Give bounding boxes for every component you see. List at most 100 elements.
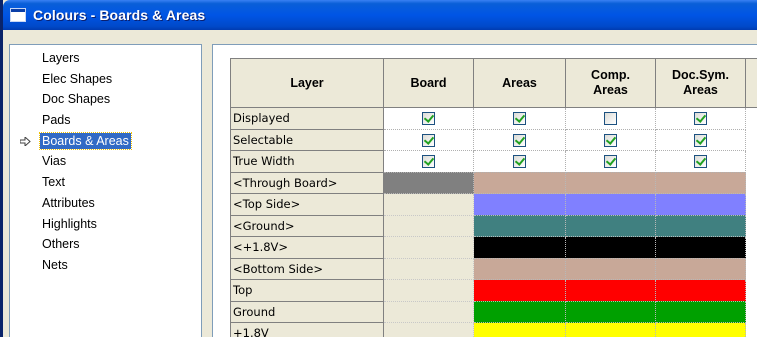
checkbox[interactable] (422, 155, 435, 169)
row-tail (745, 150, 757, 172)
row-label: Top (230, 279, 384, 302)
category-item[interactable]: Pads (10, 110, 201, 131)
checkbox-cell-docsym-areas (655, 150, 746, 173)
checkbox[interactable] (604, 112, 617, 126)
docsym-areas-colour-swatch[interactable] (655, 236, 746, 259)
category-item[interactable]: Others (10, 234, 201, 255)
areas-colour-swatch[interactable] (473, 171, 566, 194)
board-colour-empty (383, 300, 474, 323)
row-tail (745, 107, 757, 129)
docsym-areas-colour-swatch[interactable] (655, 193, 746, 216)
checkbox-cell-comp-areas (565, 107, 656, 130)
checkbox-cell-docsym-areas (655, 107, 746, 130)
row-tail (745, 193, 757, 215)
checkbox[interactable] (694, 112, 707, 126)
arrow-right-icon (20, 136, 31, 146)
colour-grid-panel: Layer Board Areas Comp. Areas Doc.Sym. A… (212, 44, 757, 337)
row-label: <Ground> (230, 214, 384, 237)
board-colour-empty (383, 257, 474, 280)
comp-areas-colour-swatch[interactable] (565, 257, 656, 280)
header-spacer (745, 58, 757, 108)
category-list[interactable]: Layers Elec Shapes Doc Shapes Pads Boards & … (9, 44, 202, 337)
category-item[interactable]: Attributes (10, 193, 201, 214)
board-colour-empty (383, 322, 474, 337)
category-item-label: Layers (42, 51, 80, 65)
category-item[interactable]: Layers (10, 48, 201, 69)
comp-areas-colour-swatch[interactable] (565, 214, 656, 237)
checkbox-cell-board (383, 107, 474, 130)
docsym-areas-colour-swatch[interactable] (655, 300, 746, 323)
areas-colour-swatch[interactable] (473, 300, 566, 323)
category-item-label: Boards & Areas (39, 131, 132, 150)
row-label: Displayed (230, 107, 384, 130)
row-tail (745, 172, 757, 194)
checkbox-cell-areas (473, 107, 566, 130)
category-item[interactable]: Nets (10, 255, 201, 276)
row-tail (745, 301, 757, 323)
colour-row: Ground (230, 300, 757, 323)
header-comp-areas-line1: Comp. (591, 68, 630, 82)
docsym-areas-colour-swatch[interactable] (655, 279, 746, 302)
areas-colour-swatch[interactable] (473, 279, 566, 302)
colour-row: <+1.8V> (230, 236, 757, 259)
checkbox[interactable] (604, 133, 617, 147)
checkbox[interactable] (513, 133, 526, 147)
row-label: +1.8V (230, 322, 384, 337)
docsym-areas-colour-swatch[interactable] (655, 171, 746, 194)
colours-window: Colours - Boards & Areas Layers Elec Shap… (0, 0, 757, 337)
grid-header-row: Layer Board Areas Comp. Areas Doc.Sym. A… (230, 58, 757, 108)
comp-areas-colour-swatch[interactable] (565, 300, 656, 323)
board-colour-swatch[interactable] (383, 171, 474, 194)
docsym-areas-colour-swatch[interactable] (655, 322, 746, 337)
checkbox[interactable] (694, 133, 707, 147)
checkbox[interactable] (513, 112, 526, 126)
colour-row: <Through Board> (230, 171, 757, 194)
colour-row: <Bottom Side> (230, 257, 757, 280)
comp-areas-colour-swatch[interactable] (565, 322, 656, 337)
header-board: Board (383, 58, 474, 108)
header-docsym-areas-line1: Doc.Sym. (672, 68, 729, 82)
category-item-label: Others (42, 237, 80, 252)
checkbox-cell-docsym-areas (655, 128, 746, 151)
header-layer: Layer (230, 58, 384, 108)
row-tail (745, 236, 757, 258)
row-label: <+1.8V> (230, 236, 384, 259)
category-item-label: Nets (42, 257, 68, 272)
areas-colour-swatch[interactable] (473, 257, 566, 280)
grid-body: Displayed Selectable True Width <Through Bo… (230, 107, 757, 337)
comp-areas-colour-swatch[interactable] (565, 171, 656, 194)
colour-row: Top (230, 279, 757, 302)
category-item[interactable]: Boards & Areas (10, 131, 201, 152)
category-item[interactable]: Text (10, 172, 201, 193)
header-comp-areas: Comp. Areas (565, 58, 656, 108)
checkbox-cell-comp-areas (565, 128, 656, 151)
category-item[interactable]: Elec Shapes (10, 69, 201, 90)
areas-colour-swatch[interactable] (473, 193, 566, 216)
checkbox[interactable] (422, 112, 435, 126)
checkbox[interactable] (422, 133, 435, 147)
checkbox[interactable] (513, 155, 526, 169)
header-comp-areas-line2: Areas (593, 83, 628, 97)
colour-grid: Layer Board Areas Comp. Areas Doc.Sym. A… (230, 58, 757, 337)
docsym-areas-colour-swatch[interactable] (655, 214, 746, 237)
category-item[interactable]: Vias (10, 151, 201, 172)
docsym-areas-colour-swatch[interactable] (655, 257, 746, 280)
board-colour-empty (383, 193, 474, 216)
category-item[interactable]: Doc Shapes (10, 89, 201, 110)
comp-areas-colour-swatch[interactable] (565, 236, 656, 259)
comp-areas-colour-swatch[interactable] (565, 193, 656, 216)
checkbox-cell-comp-areas (565, 150, 656, 173)
checkbox[interactable] (604, 155, 617, 169)
areas-colour-swatch[interactable] (473, 214, 566, 237)
areas-colour-swatch[interactable] (473, 322, 566, 337)
areas-colour-swatch[interactable] (473, 236, 566, 259)
category-item-label: Text (42, 175, 65, 190)
checkbox[interactable] (694, 155, 707, 169)
comp-areas-colour-swatch[interactable] (565, 279, 656, 302)
category-item-label: Vias (42, 154, 67, 169)
window-title: Colours - Boards & Areas (33, 7, 206, 23)
category-item[interactable]: Highlights (10, 214, 201, 235)
check-row: Displayed (230, 107, 757, 130)
row-tail (745, 129, 757, 151)
title-bar[interactable]: Colours - Boards & Areas (3, 0, 757, 30)
